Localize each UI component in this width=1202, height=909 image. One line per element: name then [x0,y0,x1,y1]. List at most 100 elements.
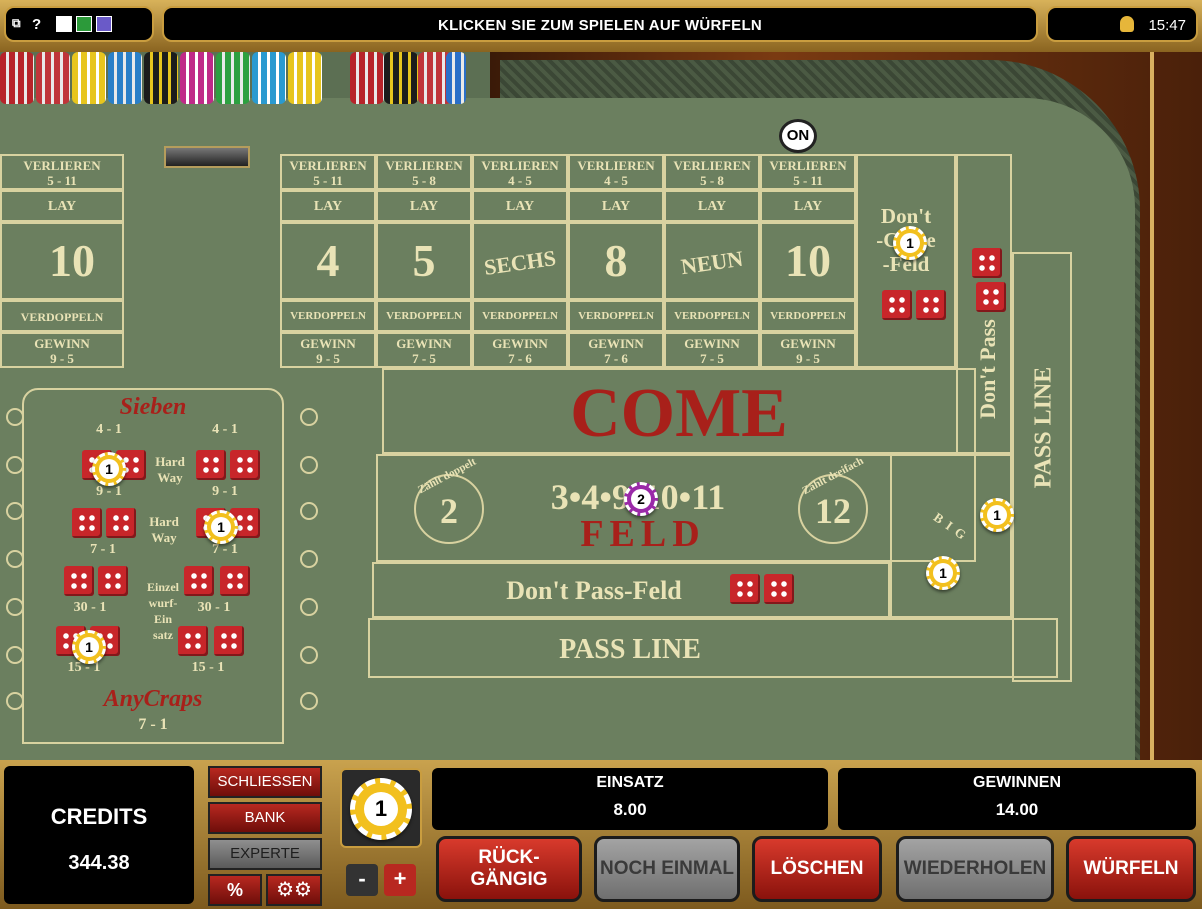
lose-cell[interactable]: VERLIEREN 4 - 5 [472,154,568,190]
stats-icon[interactable] [96,16,112,32]
lay-cell[interactable]: LAY [280,190,376,222]
place-column-6[interactable]: VERLIEREN 4 - 5 LAY SECHS VERDOPPELN GEWI… [472,154,568,368]
horn-bet-marker[interactable] [300,692,318,710]
horn-bet-marker[interactable] [300,456,318,474]
increase-chip-button[interactable]: + [384,864,416,896]
lose-cell[interactable]: VERLIEREN 5 - 11 [280,154,376,190]
horn-bet-marker[interactable] [6,408,24,426]
lay-cell[interactable]: LAY [0,190,124,222]
horn-bet-marker[interactable] [6,598,24,616]
rebet-button[interactable]: NOCH EINMAL [594,836,740,902]
double-cell[interactable]: VERDOPPELN [568,300,664,332]
red-die [64,566,94,596]
lose-cell[interactable]: VERLIEREN 5 - 11 [0,154,124,190]
lay-cell[interactable]: LAY [472,190,568,222]
bank-button[interactable]: BANK [208,802,322,834]
checklist-icon[interactable] [56,16,72,32]
chip-dont-come[interactable]: 1 [893,226,927,260]
horn-bet-marker[interactable] [6,502,24,520]
repeat-button[interactable]: WIEDERHOLEN [896,836,1054,902]
place-number-cell[interactable]: 10 [760,222,856,300]
proposition-bets: Sieben 4 - 1 4 - 1 Hard Way 9 - 1 9 - 1 … [22,388,284,744]
place-column-5[interactable]: VERLIEREN 5 - 8 LAY 5 VERDOPPELN GEWINN 7 … [376,154,472,368]
place-number-cell[interactable]: SECHS [472,222,568,300]
chip-craps-2[interactable]: 1 [72,630,106,664]
place-number-cell[interactable]: 8 [568,222,664,300]
place-column-4[interactable]: VERLIEREN 5 - 11 LAY 4 VERDOPPELN GEWINN 9… [280,154,376,368]
place-column-10[interactable]: VERLIEREN 5 - 11 LAY 10 VERDOPPELN GEWINN… [760,154,856,368]
horn-bet-marker[interactable] [6,692,24,710]
horn-bet-marker[interactable] [300,550,318,568]
place-column-8[interactable]: VERLIEREN 4 - 5 LAY 8 VERDOPPELN GEWINN 7 … [568,154,664,368]
bet-value: 8.00 [613,800,647,819]
place-bet-10-partial[interactable]: VERLIEREN 5 - 11 LAY 10 VERDOPPELN GEWIN… [0,154,124,368]
field-area[interactable]: 2 Zählt doppelt 3•4•9•10•11 FELD 12 Zähl… [376,454,976,562]
chip-hard-4[interactable]: 1 [92,452,126,486]
horn-bet-marker[interactable] [300,502,318,520]
come-area[interactable]: COME [382,368,976,454]
expert-button[interactable]: EXPERTE [208,838,322,870]
chip-hard-6[interactable]: 1 [204,510,238,544]
big-area[interactable]: BIG [890,454,1012,618]
dont-pass-field-area[interactable]: Don't Pass-Feld [372,562,890,618]
chip-rack [0,52,470,104]
horn-bet-marker[interactable] [6,550,24,568]
double-cell[interactable]: VERDOPPELN [0,300,124,332]
lose-cell[interactable]: VERLIEREN 5 - 8 [664,154,760,190]
lay-cell[interactable]: LAY [760,190,856,222]
win-label: GEWINNEN [973,774,1061,791]
lay-cell[interactable]: LAY [376,190,472,222]
undo-button[interactable]: RÜCK- GÄNGIG [436,836,582,902]
selected-chip[interactable]: 1 [350,778,412,840]
win-value: 14.00 [995,800,1039,819]
win-cell[interactable]: GEWINN 9 - 5 [0,332,124,368]
close-button[interactable]: SCHLIESSEN [208,766,322,798]
double-cell[interactable]: VERDOPPELN [376,300,472,332]
place-number-cell[interactable]: 4 [280,222,376,300]
lose-cell[interactable]: VERLIEREN 5 - 11 [760,154,856,190]
red-die [178,626,208,656]
win-cell[interactable]: GEWINN 7 - 6 [568,332,664,368]
horn-bet-marker[interactable] [6,456,24,474]
clear-button[interactable]: LÖSCHEN [752,836,882,902]
pass-line-area[interactable]: PASS LINE [368,618,1058,678]
dollar-icon[interactable] [76,16,92,32]
win-cell[interactable]: GEWINN 7 - 5 [664,332,760,368]
dont-come-area[interactable]: Don't -Come -Feld [856,154,956,368]
window-icon[interactable]: ⧉ [12,16,21,31]
place-number-cell[interactable]: 5 [376,222,472,300]
horn-bet-marker[interactable] [300,408,318,426]
red-die [972,248,1002,278]
place-number-cell[interactable]: NEUN [664,222,760,300]
lose-cell[interactable]: VERLIEREN 5 - 8 [376,154,472,190]
percent-button[interactable]: % [208,874,262,906]
double-cell[interactable]: VERDOPPELN [760,300,856,332]
double-cell[interactable]: VERDOPPELN [472,300,568,332]
settings-button[interactable]: ⚙⚙ [266,874,322,906]
chip-big-6[interactable]: 1 [980,498,1014,532]
place-column-9[interactable]: VERLIEREN 5 - 8 LAY NEUN VERDOPPELN GEWIN… [664,154,760,368]
chip-big-8[interactable]: 1 [926,556,960,590]
place-number-cell[interactable]: 10 [0,222,124,300]
horn-bet-marker[interactable] [300,598,318,616]
win-cell[interactable]: GEWINN 7 - 5 [376,332,472,368]
clock: 15:47 [1148,17,1186,34]
chip-stack [446,52,466,104]
lay-cell[interactable]: LAY [664,190,760,222]
lose-cell[interactable]: VERLIEREN 4 - 5 [568,154,664,190]
chip-field[interactable]: 2 [624,482,658,516]
help-icon[interactable]: ? [32,16,41,33]
double-cell[interactable]: VERDOPPELN [280,300,376,332]
horn-bet-marker[interactable] [300,646,318,664]
win-cell[interactable]: GEWINN 9 - 5 [760,332,856,368]
win-cell[interactable]: GEWINN 7 - 6 [472,332,568,368]
sound-icon[interactable] [1120,16,1134,32]
roll-button[interactable]: WÜRFELN [1066,836,1196,902]
double-cell[interactable]: VERDOPPELN [664,300,760,332]
win-cell[interactable]: GEWINN 9 - 5 [280,332,376,368]
decrease-chip-button[interactable]: - [346,864,378,896]
lay-cell[interactable]: LAY [568,190,664,222]
horn-bet-marker[interactable] [6,646,24,664]
chip-selector[interactable]: 1 [340,768,422,848]
chip-stack [108,52,142,104]
